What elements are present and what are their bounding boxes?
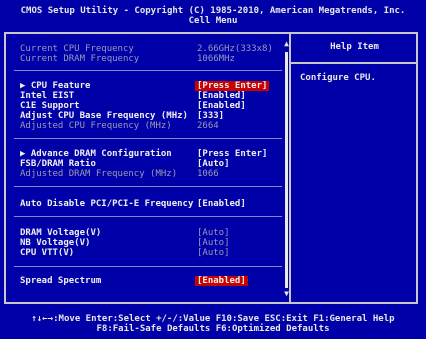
setting-label: FSB/DRAM Ratio [20, 159, 96, 169]
setting-value[interactable]: [Enabled] [197, 91, 246, 101]
setting-label: Current DRAM Frequency [20, 54, 140, 64]
setting-value: 1066 [197, 169, 219, 179]
help-text: Configure CPU. [300, 73, 376, 83]
setting-label: Adjusted CPU Frequency (MHz) [20, 121, 172, 131]
setting-label: Current CPU Frequency [20, 44, 134, 54]
setting-label: Auto Disable PCI/PCI-E Frequency [20, 199, 194, 209]
setting-value[interactable]: [Press Enter] [197, 149, 267, 159]
menu-title: Cell Menu [188, 16, 238, 26]
setting-value: 2664 [197, 121, 219, 131]
submenu-label-cpu-feature[interactable]: ▶ CPU Feature [20, 81, 90, 91]
setting-value: 2.66GHz(333x8) [197, 44, 273, 54]
setting-row-current-cpu-frequency: Current CPU Frequency 2.66GHz(333x8) [20, 44, 280, 54]
setting-value[interactable]: [Auto] [197, 159, 230, 169]
setting-value[interactable]: [Enabled] [197, 101, 246, 111]
setting-row-cpu-vtt[interactable]: CPU VTT(V) [Auto] [20, 248, 280, 258]
setting-label: Intel EIST [20, 91, 75, 101]
setting-row-cpu-feature[interactable]: ▶ CPU Feature [Press Enter] [20, 81, 280, 91]
setting-row-fsb-dram-ratio[interactable]: FSB/DRAM Ratio [Auto] [20, 159, 280, 169]
app-title: CMOS Setup Utility - Copyright (C) 1985-… [20, 6, 406, 16]
scroll-up-icon[interactable]: ▲ [283, 40, 290, 48]
scroll-track[interactable] [285, 52, 288, 288]
setting-label: NB Voltage(V) [20, 238, 91, 248]
separator [14, 186, 282, 187]
separator [14, 138, 282, 139]
title-bar: CMOS Setup Utility - Copyright (C) 1985-… [0, 0, 426, 32]
scroll-down-icon[interactable]: ▼ [283, 290, 290, 298]
setting-row-auto-disable-pci[interactable]: Auto Disable PCI/PCI-E Frequency [Enable… [20, 199, 280, 209]
setting-label: C1E Support [20, 101, 80, 111]
scrollbar[interactable]: ▲ ▼ [283, 40, 290, 298]
setting-label: DRAM Voltage(V) [20, 228, 102, 238]
setting-row-adjust-cpu-base-frequency[interactable]: Adjust CPU Base Frequency (MHz) [333] [20, 111, 280, 121]
setting-row-advance-dram-configuration[interactable]: ▶ Advance DRAM Configuration [Press Ente… [20, 149, 280, 159]
setting-label: Adjust CPU Base Frequency (MHz) [20, 111, 188, 121]
setting-row-dram-voltage[interactable]: DRAM Voltage(V) [Auto] [20, 228, 280, 238]
key-help-line-1: ↑↓←→:Move Enter:Select +/-/:Value F10:Sa… [31, 314, 395, 324]
setting-value[interactable]: [Auto] [197, 238, 230, 248]
setting-row-spread-spectrum[interactable]: Spread Spectrum [Enabled] [20, 276, 280, 286]
setting-value-selected[interactable]: [Press Enter] [195, 81, 270, 91]
separator [14, 216, 282, 217]
submenu-label-advance-dram[interactable]: ▶ Advance DRAM Configuration [20, 149, 172, 159]
setting-row-adjusted-dram-frequency: Adjusted DRAM Frequency (MHz) 1066 [20, 169, 280, 179]
key-help-bar: ↑↓←→:Move Enter:Select +/-/:Value F10:Sa… [0, 312, 426, 339]
setting-label: Spread Spectrum [20, 276, 102, 286]
setting-row-adjusted-cpu-frequency: Adjusted CPU Frequency (MHz) 2664 [20, 121, 280, 131]
setting-label: CPU VTT(V) [20, 248, 75, 258]
key-help-line-2: F8:Fail-Safe Defaults F6:Optimized Defau… [96, 324, 330, 334]
setting-row-nb-voltage[interactable]: NB Voltage(V) [Auto] [20, 238, 280, 248]
setting-value: 1066MHz [197, 54, 235, 64]
setting-value[interactable]: [Enabled] [197, 199, 246, 209]
setting-row-c1e-support[interactable]: C1E Support [Enabled] [20, 101, 280, 111]
separator [14, 266, 282, 267]
help-title: Help Item [330, 42, 379, 52]
setting-row-intel-eist[interactable]: Intel EIST [Enabled] [20, 91, 280, 101]
setting-value[interactable]: [Enabled] [195, 276, 248, 286]
setting-value[interactable]: [Auto] [197, 228, 230, 238]
setting-value[interactable]: [Auto] [197, 248, 230, 258]
help-divider [291, 62, 418, 64]
setting-row-current-dram-frequency: Current DRAM Frequency 1066MHz [20, 54, 280, 64]
setting-value[interactable]: [333] [197, 111, 224, 121]
setting-label: Adjusted DRAM Frequency (MHz) [20, 169, 178, 179]
separator [14, 70, 282, 71]
